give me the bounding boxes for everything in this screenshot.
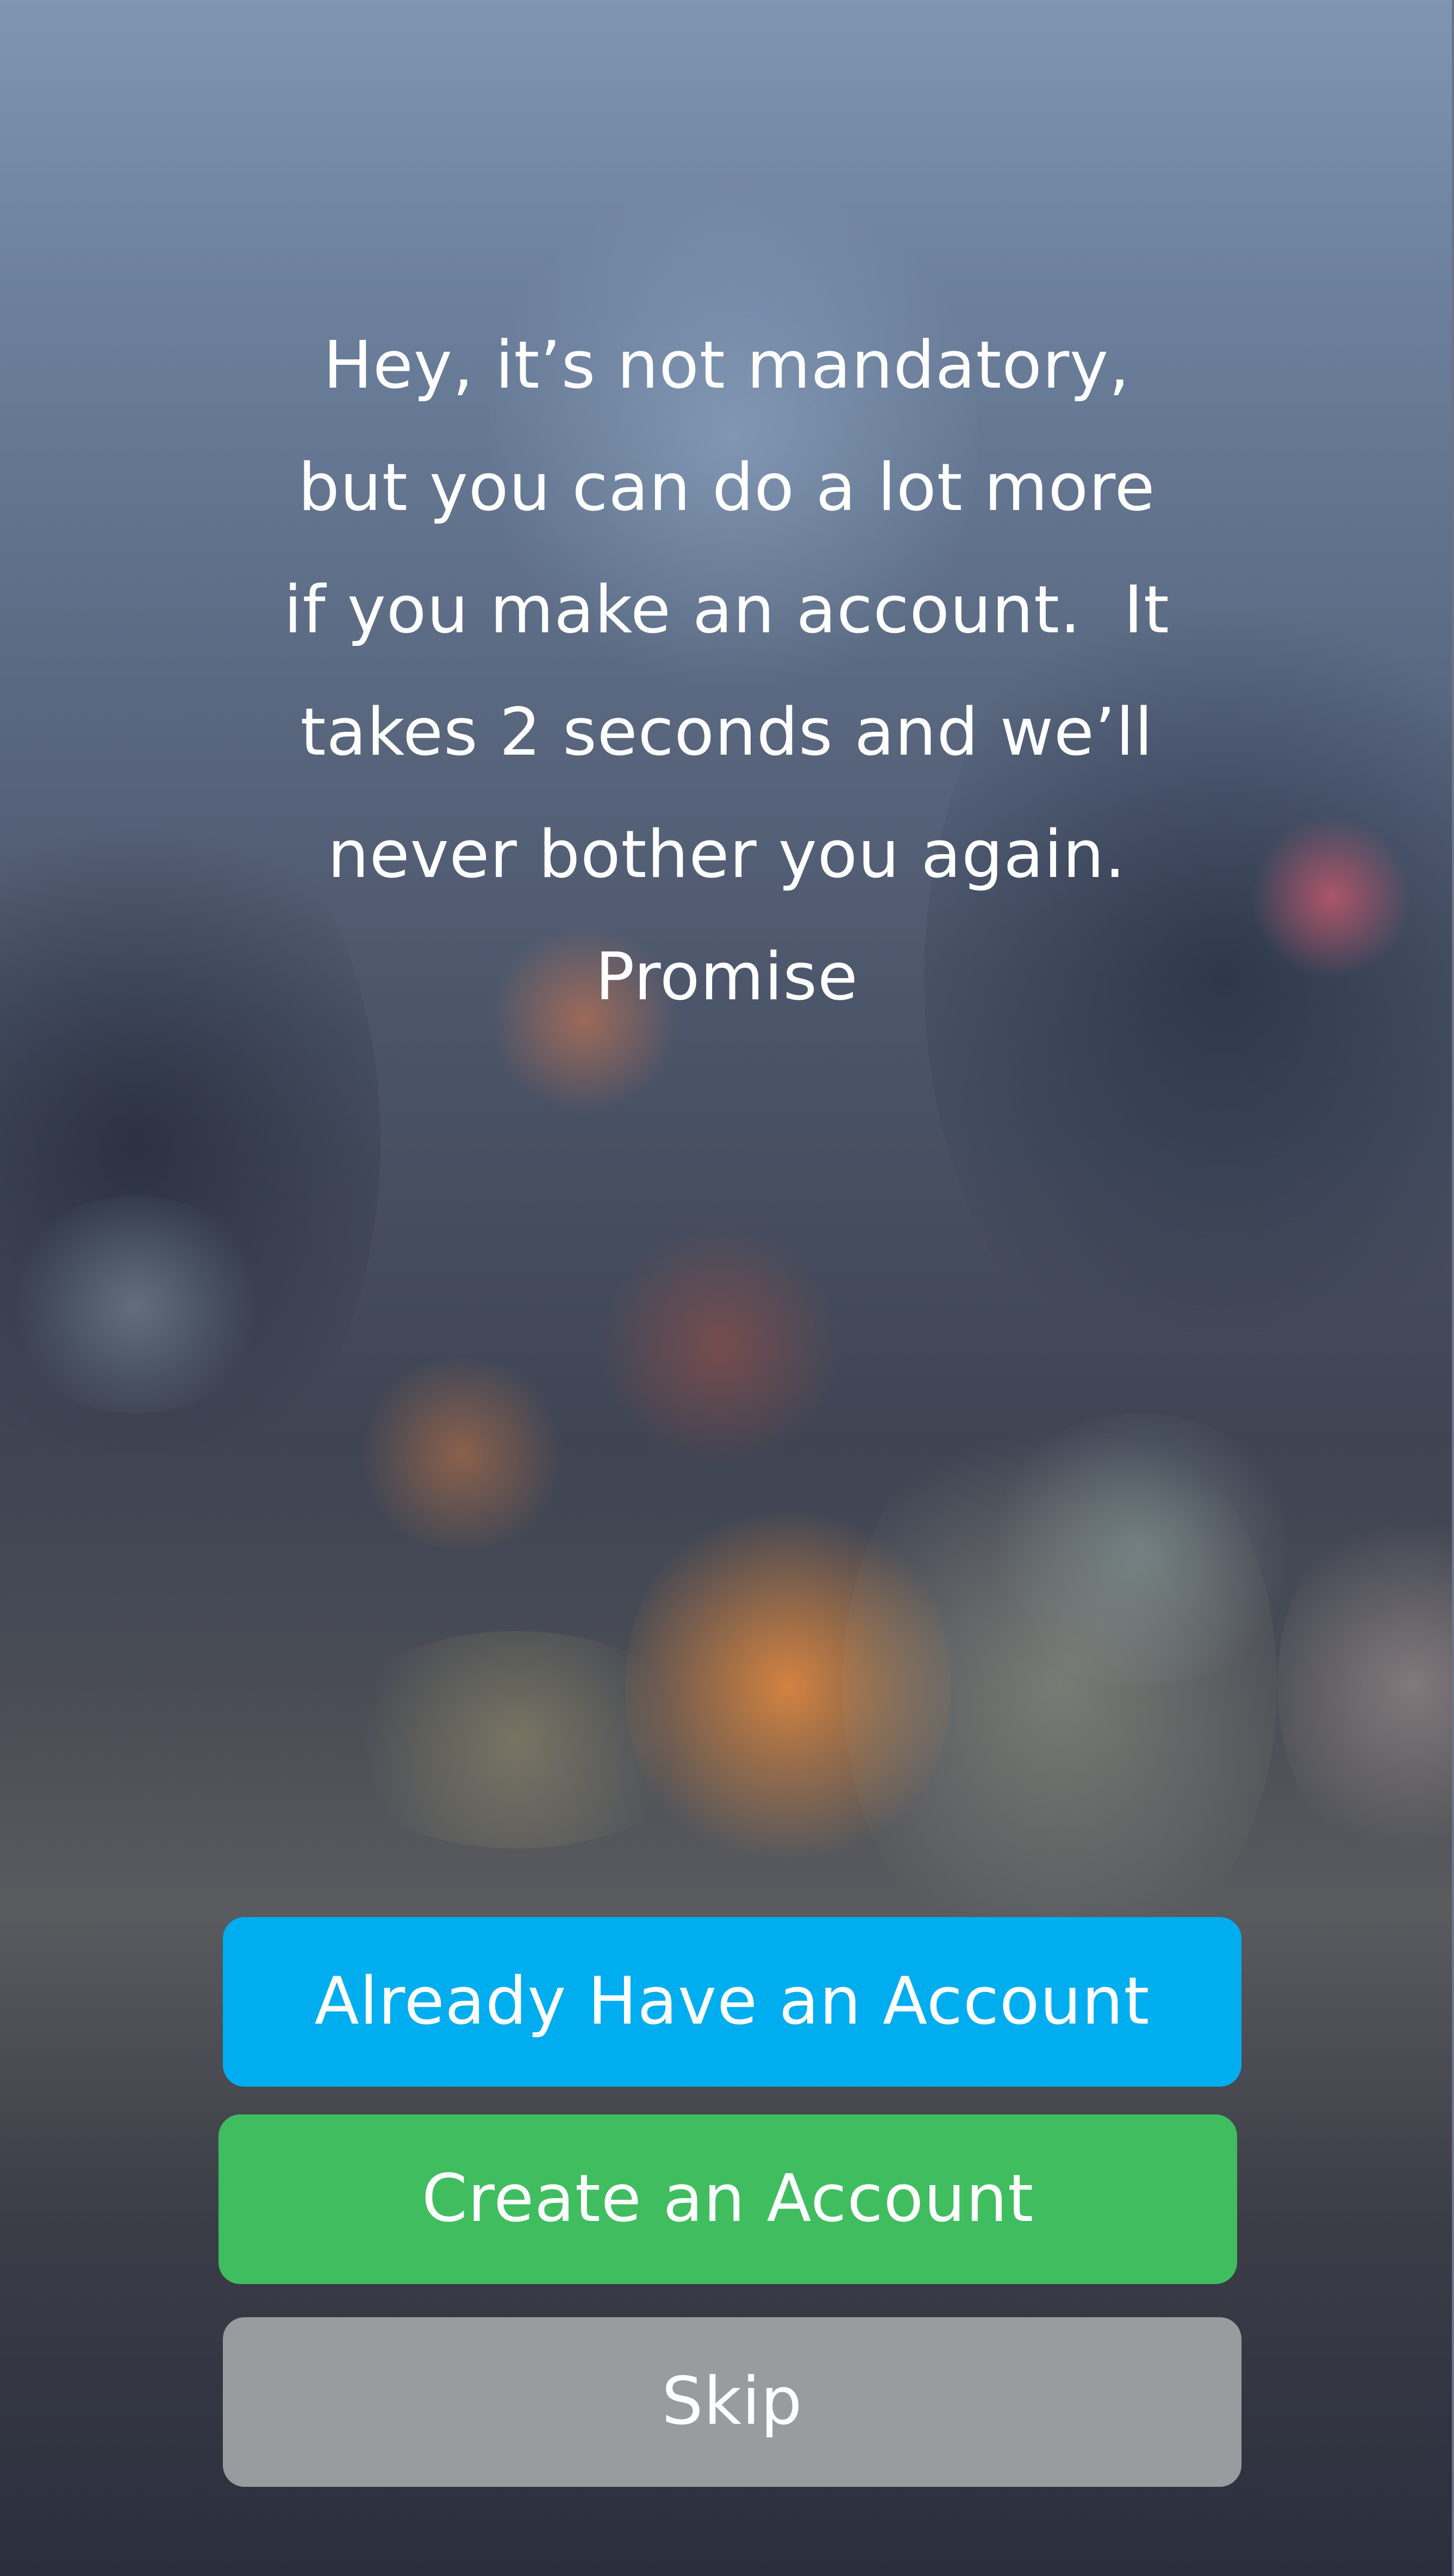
create-account-button[interactable]: Create an Account: [219, 2114, 1237, 2284]
message-line: Promise: [595, 939, 858, 1015]
message-line: but you can do a lot more: [298, 450, 1156, 526]
message-line: takes 2 seconds and we’ll: [300, 695, 1153, 770]
message-line: never bother you again.: [327, 817, 1126, 893]
message-line: Hey, it’s not mandatory,: [323, 328, 1131, 403]
onboarding-screen: Hey, it’s not mandatory, but you can do …: [0, 0, 1454, 2576]
screen-edge-divider: [1452, 0, 1454, 2576]
message-line: if you make an account. It: [284, 573, 1170, 648]
account-prompt-message: Hey, it’s not mandatory, but you can do …: [238, 304, 1216, 1038]
already-have-account-button[interactable]: Already Have an Account: [223, 1917, 1241, 2087]
skip-button[interactable]: Skip: [223, 2317, 1241, 2487]
